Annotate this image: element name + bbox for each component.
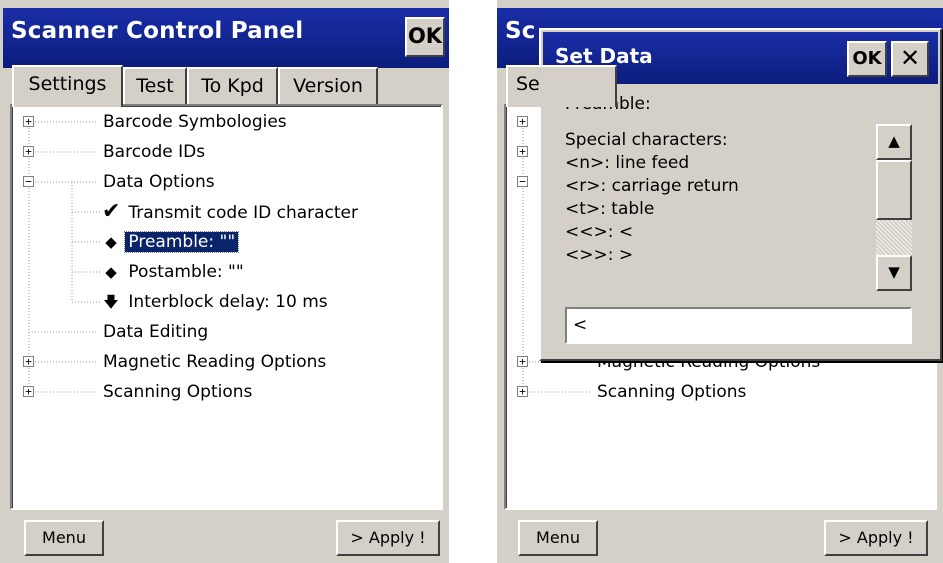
expand-collapse-box-icon[interactable]: + — [23, 146, 34, 157]
scroll-track[interactable] — [876, 220, 912, 255]
tab-to-kpd[interactable]: To Kpd — [187, 67, 278, 105]
tree-item-label: Barcode IDs — [103, 142, 206, 162]
tree-item-label: Postamble: "" — [128, 262, 244, 282]
tree-item-scanning-options[interactable]: Scanning Options — [100, 378, 255, 406]
tree-item-label: Data Editing — [103, 322, 209, 342]
expand-collapse-box-icon[interactable]: + — [517, 356, 528, 367]
tree-item-label: Preamble: "" — [124, 231, 240, 253]
expand-collapse-box-icon[interactable]: + — [23, 386, 34, 397]
close-icon[interactable]: ✕ — [891, 41, 929, 77]
special-char-line: <n>: line feed — [565, 153, 690, 173]
tree-item-data-options[interactable]: Data Options — [100, 168, 218, 196]
ok-button[interactable]: OK — [405, 17, 445, 57]
down-arrow-icon: 🡇 — [103, 293, 119, 311]
tree-item-label: Interblock delay: 10 ms — [128, 292, 328, 312]
vertical-scrollbar[interactable]: ▲ ▼ — [876, 124, 912, 291]
tree-item-label: Scanning Options — [103, 382, 253, 402]
special-chars-title: Special characters: — [565, 130, 728, 150]
tree-item-interblock-delay[interactable]: 🡇 Interblock delay: 10 ms — [102, 288, 331, 316]
window-title: Sc — [505, 18, 536, 44]
tree-item-label: Barcode Symbologies — [103, 112, 287, 132]
screen-edge — [494, 0, 497, 563]
apply-button[interactable]: > Apply ! — [336, 520, 440, 556]
expand-collapse-box-icon[interactable]: + — [23, 116, 34, 127]
expand-collapse-box-icon[interactable]: − — [23, 176, 34, 187]
tree-item-barcode-symbologies[interactable]: Barcode Symbologies — [100, 108, 290, 136]
special-char-line: <t>: table — [565, 199, 655, 219]
expand-collapse-box-icon[interactable]: + — [517, 386, 528, 397]
title-bar: Scanner Control Panel OK — [3, 8, 449, 68]
scroll-down-icon[interactable]: ▼ — [876, 255, 912, 291]
tree-item-label: Scanning Options — [597, 382, 747, 402]
dialog-ok-button[interactable]: OK — [847, 41, 887, 77]
menu-button[interactable]: Menu — [518, 520, 598, 556]
tree-item-label: Transmit code ID character — [128, 203, 358, 223]
scroll-thumb[interactable] — [876, 160, 912, 220]
tree-item-scanning-options[interactable]: Scanning Options — [594, 378, 749, 406]
scroll-up-icon[interactable]: ▲ — [876, 124, 912, 160]
tree-item-magnetic-reading[interactable]: Magnetic Reading Options — [100, 348, 329, 376]
tab-version[interactable]: Version — [278, 67, 378, 105]
tab-test[interactable]: Test — [123, 67, 187, 105]
window-title: Scanner Control Panel — [11, 18, 304, 44]
tree-item-barcode-ids[interactable]: Barcode IDs — [100, 138, 208, 166]
expand-collapse-box-icon[interactable]: − — [517, 176, 528, 187]
tree-item-postamble[interactable]: ◆ Postamble: "" — [102, 258, 247, 286]
apply-button[interactable]: > Apply ! — [824, 520, 928, 556]
tree-item-label: Magnetic Reading Options — [103, 352, 327, 372]
special-char-line: <r>: carriage return — [565, 176, 739, 196]
diamond-icon: ◆ — [105, 233, 117, 251]
expand-collapse-box-icon[interactable]: + — [23, 356, 34, 367]
tab-settings[interactable]: Settings — [12, 65, 123, 107]
tree-item-data-editing[interactable]: Data Editing — [100, 318, 211, 346]
expand-collapse-box-icon[interactable]: + — [517, 146, 528, 157]
check-icon: ✔ — [102, 199, 121, 224]
tab-settings[interactable]: Se — [506, 65, 617, 107]
tree-item-label: Data Options — [103, 172, 215, 192]
expand-collapse-box-icon[interactable]: + — [517, 116, 528, 127]
left-screen: Scanner Control Panel OK Settings Test T… — [0, 0, 449, 563]
tree-item-preamble[interactable]: ◆ Preamble: "" — [102, 228, 240, 256]
diamond-icon: ◆ — [105, 263, 117, 281]
tree-item-transmit-code-id[interactable]: ✔ Transmit code ID character — [102, 198, 361, 226]
settings-tree[interactable]: + Barcode Symbologies + Barcode IDs − Da… — [10, 104, 443, 510]
data-input-field[interactable]: < — [565, 307, 912, 344]
menu-button[interactable]: Menu — [24, 520, 104, 556]
special-char-line: <<>: < — [565, 222, 634, 242]
special-char-line: <>>: > — [565, 245, 634, 265]
